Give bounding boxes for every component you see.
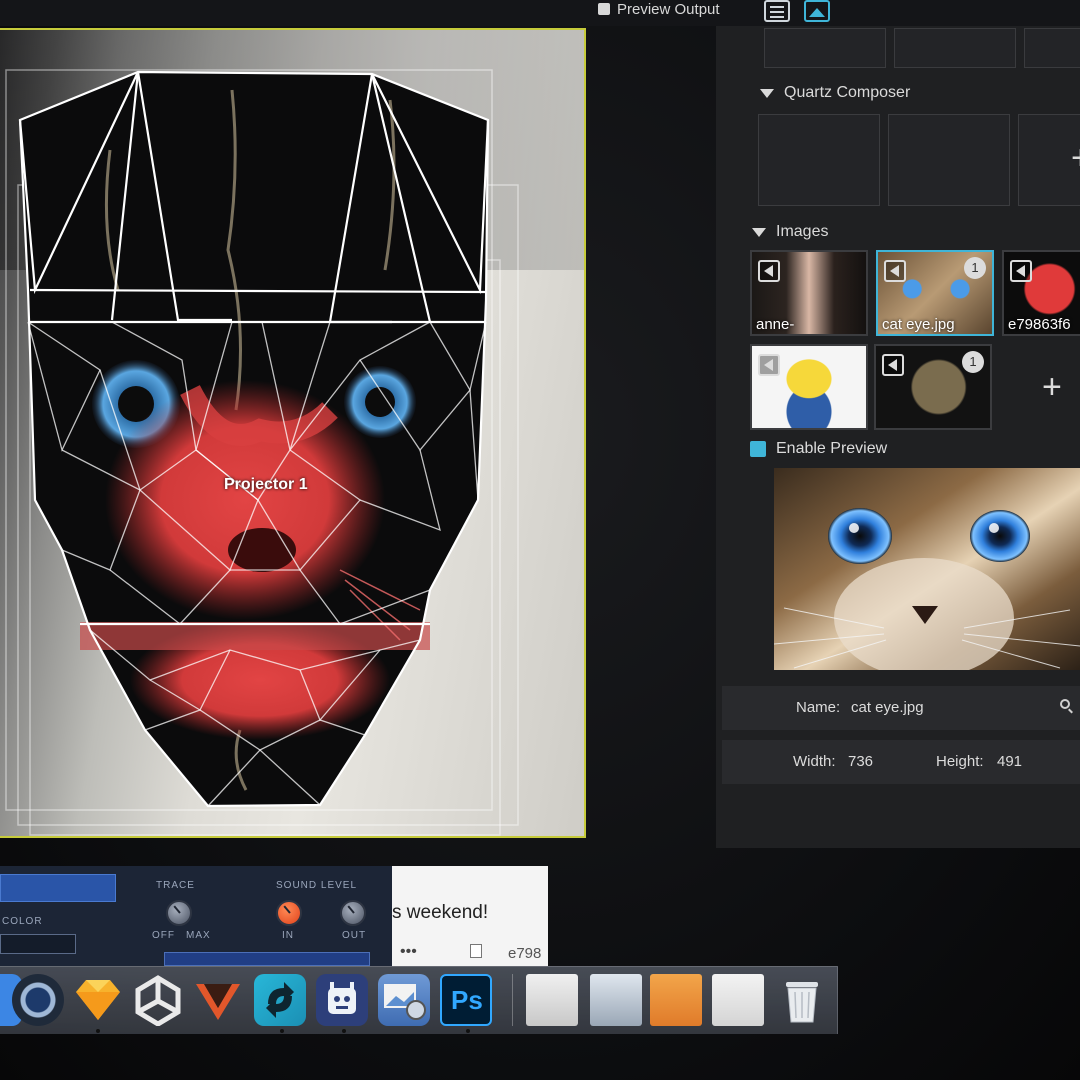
back-icon[interactable] (758, 260, 780, 282)
image-thumb[interactable]: 1 (874, 344, 992, 430)
qc-slot-add[interactable]: + (1018, 114, 1080, 206)
color-slider[interactable] (0, 934, 76, 954)
height-value: 491 (997, 753, 1023, 770)
max-label: MAX (186, 930, 211, 941)
sketch-icon[interactable] (72, 974, 124, 1026)
running-indicator (96, 1029, 100, 1033)
name-row: Name: cat eye.jpg (722, 686, 1080, 730)
dimensions-row: Width: 736 Height: 491 (722, 740, 1080, 784)
view-switcher (764, 0, 830, 22)
section-title: Images (776, 223, 829, 240)
off-label: OFF (152, 930, 175, 941)
image-thumb-selected[interactable]: 1 cat eye.jpg (876, 250, 994, 336)
image-thumb[interactable]: anne- (750, 250, 868, 336)
images-grid: anne- 1 cat eye.jpg e79863f6 1 + (748, 248, 1080, 430)
quicktime-icon[interactable] (12, 974, 64, 1026)
out-label: OUT (342, 930, 367, 941)
sound-level-bar (164, 952, 370, 966)
media-slot[interactable] (894, 28, 1016, 68)
trash-icon[interactable] (776, 974, 828, 1026)
trace-knob[interactable] (166, 900, 192, 926)
width-value: 736 (848, 753, 874, 770)
projector-label[interactable]: Projector 1 (224, 476, 308, 494)
cat-preview-graphic (774, 468, 1080, 670)
media-slot[interactable] (1024, 28, 1080, 68)
disclosure-triangle-icon (760, 88, 774, 98)
section-quartz-composer[interactable]: Quartz Composer (760, 84, 910, 102)
enable-preview-toggle[interactable]: Enable Preview (750, 440, 887, 458)
width-label: Width: (793, 753, 836, 770)
image-view-icon[interactable] (804, 0, 830, 22)
preview-output-toggle[interactable]: Preview Output (598, 0, 720, 18)
more-icon[interactable]: ••• (400, 943, 417, 961)
media-slot[interactable] (764, 28, 886, 68)
usage-badge: 1 (964, 257, 986, 279)
vectorize-icon[interactable] (192, 974, 244, 1026)
in-label: IN (282, 930, 294, 941)
image-thumb[interactable] (750, 344, 868, 430)
back-icon[interactable] (884, 260, 906, 282)
sound-level-label: SOUND LEVEL (276, 880, 358, 891)
back-icon[interactable] (1010, 260, 1032, 282)
recent-document-icon[interactable] (526, 974, 578, 1026)
sound-in-knob[interactable] (276, 900, 302, 926)
sound-out-knob[interactable] (340, 900, 366, 926)
section-images[interactable]: Images (752, 223, 828, 241)
section-title: Quartz Composer (784, 84, 911, 101)
unity-icon[interactable] (132, 974, 184, 1027)
name-value: cat eye.jpg (851, 699, 924, 716)
chat-filename[interactable]: e798 (508, 945, 541, 962)
search-icon[interactable] (1060, 699, 1070, 709)
sync-icon[interactable] (254, 974, 306, 1026)
checkbox-icon (598, 3, 610, 15)
qc-slot[interactable] (888, 114, 1010, 206)
back-icon[interactable] (758, 354, 780, 376)
recent-document-icon[interactable] (590, 974, 642, 1026)
running-indicator (280, 1029, 284, 1033)
red-flower (105, 380, 385, 620)
level-meter (0, 874, 116, 902)
screen: Preview Output Projector 1 Quartz Compos… (0, 0, 1080, 1080)
running-indicator (466, 1029, 470, 1033)
chat-message: s weekend! (392, 902, 489, 923)
image-add-slot[interactable]: + (1000, 344, 1080, 430)
name-label: Name: (796, 699, 841, 716)
add-icon: + (1042, 368, 1062, 406)
preview-app-icon[interactable] (378, 974, 430, 1026)
height-label: Height: (936, 753, 984, 770)
top-bar (0, 0, 1080, 26)
mapping-canvas[interactable]: Projector 1 (0, 28, 586, 838)
image-label: anne- (756, 316, 795, 333)
face-mesh (5, 69, 519, 836)
dock-separator (512, 974, 513, 1026)
list-view-icon[interactable] (764, 0, 790, 22)
disclosure-triangle-icon (752, 227, 766, 237)
robot-app-icon[interactable] (316, 974, 368, 1026)
image-label: e79863f6 (1008, 316, 1071, 333)
recent-document-icon[interactable] (712, 974, 764, 1026)
slot-row-top (764, 28, 1080, 68)
color-label: COLOR (2, 916, 43, 927)
enable-preview-label: Enable Preview (776, 440, 888, 457)
qc-slot[interactable] (758, 114, 880, 206)
checkbox-icon[interactable] (750, 441, 766, 457)
usage-badge: 1 (962, 351, 984, 373)
trace-label: TRACE (156, 880, 195, 891)
quartz-composer-slots: + (758, 114, 1080, 206)
preview-output-label: Preview Output (617, 0, 720, 18)
add-icon: + (1071, 141, 1080, 175)
preview-image (774, 468, 1080, 670)
file-icon[interactable] (470, 944, 482, 958)
recent-document-icon[interactable] (650, 974, 702, 1026)
photoshop-icon[interactable]: Ps (440, 974, 492, 1026)
photoshop-label: Ps (451, 985, 483, 1015)
back-icon[interactable] (882, 354, 904, 376)
running-indicator (342, 1029, 346, 1033)
image-label: cat eye.jpg (882, 316, 955, 333)
image-thumb[interactable]: e79863f6 (1002, 250, 1080, 336)
